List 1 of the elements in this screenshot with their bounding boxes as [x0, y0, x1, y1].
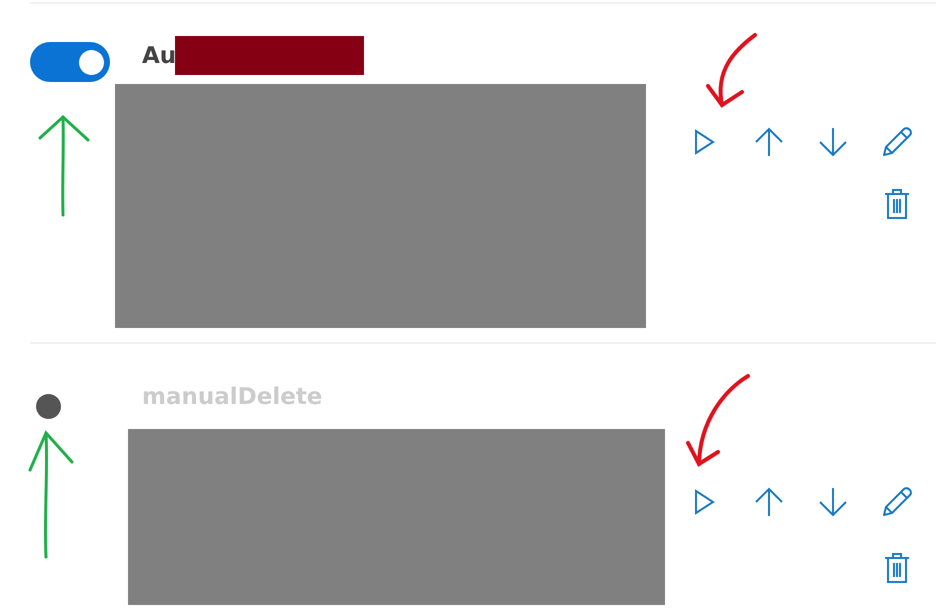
- rule-title: Au: [142, 42, 176, 71]
